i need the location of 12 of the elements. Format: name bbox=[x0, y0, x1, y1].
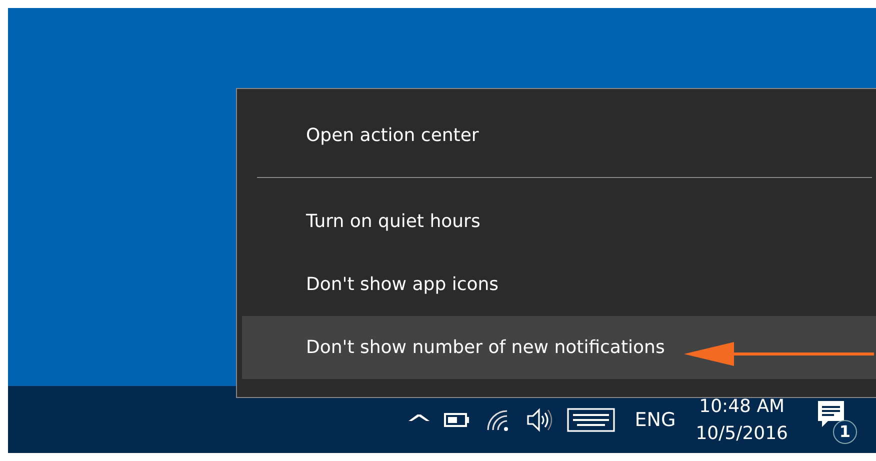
menu-item[interactable]: Open action center bbox=[237, 104, 876, 167]
menu-item[interactable]: Don't show app icons bbox=[237, 253, 876, 316]
wifi-icon[interactable] bbox=[484, 408, 511, 432]
speaker-icon[interactable] bbox=[524, 406, 553, 432]
keyboard-icon[interactable] bbox=[566, 408, 615, 432]
notification-count-badge: 1 bbox=[833, 420, 857, 444]
clock[interactable]: 10:48 AM 10/5/2016 bbox=[696, 396, 788, 444]
show-hidden-icons-button[interactable]: ^ bbox=[404, 412, 433, 436]
menu-item[interactable]: Turn on quiet hours bbox=[237, 190, 876, 253]
menu-item[interactable]: Don't show number of new notifications bbox=[242, 316, 876, 379]
battery-icon[interactable] bbox=[442, 412, 471, 428]
language-indicator[interactable]: ENG bbox=[634, 408, 676, 430]
